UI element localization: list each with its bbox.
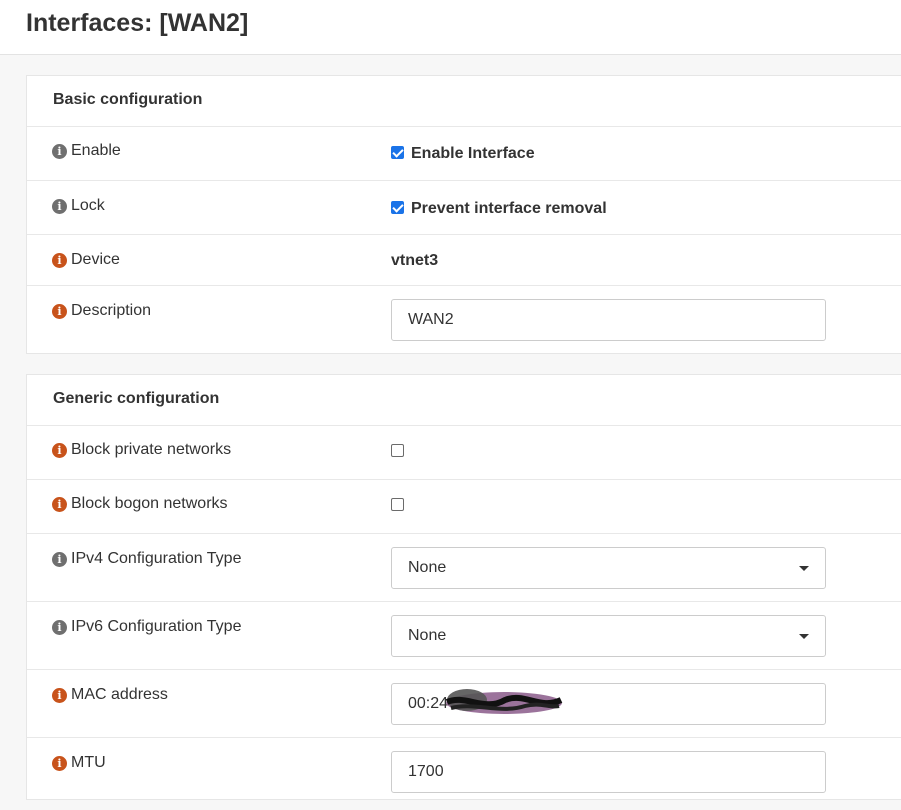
info-icon[interactable]: i: [52, 252, 67, 268]
ipv4-configuration-type-label: i IPv4 Configuration Type: [52, 550, 241, 568]
enable-label-text: Enable: [71, 142, 121, 159]
redaction-scribble: [445, 689, 563, 714]
device-label: i Device: [52, 251, 120, 269]
info-icon[interactable]: i: [52, 442, 67, 458]
mac-address-label-text: MAC address: [71, 686, 168, 703]
row-divider: [27, 234, 901, 235]
description-input[interactable]: WAN2: [391, 299, 826, 341]
row-divider: [27, 425, 901, 426]
enable-label: i Enable: [52, 142, 121, 160]
info-icon[interactable]: i: [52, 143, 67, 159]
enable-interface-checkbox[interactable]: [391, 146, 404, 159]
mtu-label: i MTU: [52, 754, 106, 772]
device-label-text: Device: [71, 251, 120, 268]
block-bogon-networks-label: i Block bogon networks: [52, 495, 228, 513]
page-title: Interfaces: [WAN2]: [26, 9, 249, 37]
basic-configuration-title: Basic configuration: [53, 91, 203, 108]
device-value: vtnet3: [391, 252, 439, 269]
row-divider: [27, 285, 901, 286]
ipv4-configuration-type-select[interactable]: None: [391, 547, 826, 589]
lock-label: i Lock: [52, 197, 105, 215]
row-divider: [27, 479, 901, 480]
mac-address-value: 00:24: [408, 695, 449, 712]
mtu-label-text: MTU: [71, 754, 106, 771]
caret-down-icon: [799, 634, 809, 639]
block-private-networks-label-text: Block private networks: [71, 441, 232, 458]
prevent-interface-removal-checkbox[interactable]: [391, 201, 404, 214]
info-icon[interactable]: i: [52, 303, 67, 319]
block-bogon-networks-checkbox[interactable]: [391, 498, 404, 511]
mtu-input[interactable]: 1700: [391, 751, 826, 793]
row-divider: [27, 126, 901, 127]
row-divider: [27, 737, 901, 738]
prevent-interface-removal-label[interactable]: Prevent interface removal: [411, 200, 607, 218]
info-icon[interactable]: i: [52, 755, 67, 771]
info-icon[interactable]: i: [52, 551, 67, 567]
description-label-text: Description: [71, 302, 152, 319]
info-icon[interactable]: i: [52, 687, 67, 703]
block-private-networks-label: i Block private networks: [52, 441, 231, 459]
ipv4-configuration-type-label-text: IPv4 Configuration Type: [71, 550, 242, 567]
enable-interface-label[interactable]: Enable Interface: [411, 145, 535, 163]
ipv6-configuration-type-label: i IPv6 Configuration Type: [52, 618, 241, 636]
lock-label-text: Lock: [71, 197, 105, 214]
generic-configuration-title: Generic configuration: [53, 390, 220, 407]
mac-address-input[interactable]: 00:24: [391, 683, 826, 725]
row-divider: [27, 669, 901, 670]
info-icon[interactable]: i: [52, 496, 67, 512]
info-icon[interactable]: i: [52, 619, 67, 635]
description-label: i Description: [52, 302, 151, 320]
page-header: Interfaces: [WAN2]: [0, 0, 901, 55]
ipv4-selected-value: None: [408, 559, 447, 576]
row-divider: [27, 533, 901, 534]
block-private-networks-checkbox[interactable]: [391, 444, 404, 457]
ipv6-configuration-type-select[interactable]: None: [391, 615, 826, 657]
row-divider: [27, 601, 901, 602]
basic-configuration-panel: Basic configuration i Enable Enable Inte…: [26, 75, 901, 354]
info-icon[interactable]: i: [52, 198, 67, 214]
ipv6-configuration-type-label-text: IPv6 Configuration Type: [71, 618, 242, 635]
caret-down-icon: [799, 566, 809, 571]
mac-address-label: i MAC address: [52, 686, 168, 704]
block-bogon-networks-label-text: Block bogon networks: [71, 495, 228, 512]
ipv6-selected-value: None: [408, 627, 447, 644]
generic-configuration-panel: Generic configuration i Block private ne…: [26, 374, 901, 800]
row-divider: [27, 180, 901, 181]
